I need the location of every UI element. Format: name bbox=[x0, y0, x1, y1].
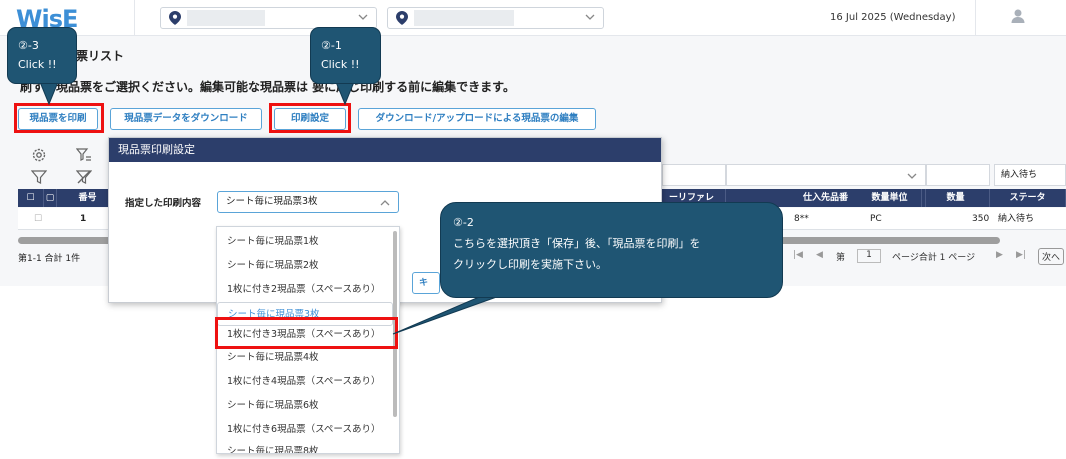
chevron-down-icon bbox=[585, 14, 595, 20]
status-filter[interactable]: 納入待ち bbox=[994, 164, 1066, 186]
user-icon[interactable] bbox=[1010, 8, 1026, 24]
filter-settings-icon[interactable] bbox=[76, 147, 92, 163]
modal-title: 現品票印刷設定 bbox=[109, 138, 661, 162]
record-count: 第1-1 合計 1件 bbox=[18, 254, 81, 264]
column-filter-dropdown[interactable] bbox=[726, 164, 926, 186]
select-all-checkbox[interactable]: ☐ bbox=[18, 189, 44, 207]
column-filter-cell[interactable] bbox=[662, 164, 726, 186]
chevron-down-icon bbox=[358, 14, 368, 20]
callout-step-3-num: ②-3 bbox=[18, 39, 39, 52]
chevron-up-icon bbox=[380, 200, 390, 206]
highlight-print-button bbox=[14, 103, 104, 133]
selected-option: シート毎に現品票3枚 bbox=[226, 196, 318, 207]
download-data-button[interactable]: 現品票データをダウンロード bbox=[110, 108, 262, 130]
last-page-icon[interactable]: ▶| bbox=[1016, 250, 1026, 260]
header-unit: 数量単位 bbox=[858, 189, 922, 207]
option-sheet-1[interactable]: シート毎に現品票1枚 bbox=[217, 230, 393, 254]
comment-icon: ▢ bbox=[44, 189, 57, 207]
header-status: ステータ bbox=[990, 189, 1066, 207]
next-button[interactable]: 次へ bbox=[1038, 248, 1065, 265]
header-qty: 数量 bbox=[922, 189, 990, 207]
row-number: 1 bbox=[80, 214, 87, 224]
cancel-button[interactable]: キ bbox=[412, 272, 440, 294]
pager-prefix: 第 bbox=[836, 253, 846, 263]
column-filter-cell[interactable] bbox=[926, 164, 990, 186]
header-divider bbox=[975, 0, 976, 36]
callout-step-2: ②-2 こちらを選択頂き「保存」後、「現品票を印刷」を クリックし印刷を実施下さ… bbox=[440, 202, 783, 298]
next-page-icon[interactable]: ▶ bbox=[996, 250, 1003, 260]
filter-icon[interactable] bbox=[31, 169, 47, 185]
header-divider bbox=[134, 0, 135, 36]
redacted-value bbox=[414, 10, 514, 26]
map-pin-icon bbox=[396, 11, 408, 25]
option-sheet-6[interactable]: シート毎に現品票6枚 bbox=[217, 394, 393, 418]
callout-step-2-line1: こちらを選択頂き「保存」後、「現品票を印刷」を bbox=[453, 237, 701, 250]
chevron-down-icon bbox=[907, 173, 917, 179]
highlight-option bbox=[215, 317, 398, 349]
callout-step-2-num: ②-2 bbox=[453, 216, 474, 229]
row-supplier-part: 8** bbox=[794, 214, 809, 224]
option-space-4[interactable]: 1枚に付き4現品票（スペースあり） bbox=[217, 370, 393, 394]
prev-page-icon[interactable]: ◀ bbox=[816, 250, 823, 260]
page-subtitle: 刷する現品票をご選択ください。編集可能な現品票は 要に応じ印刷する前に編集できま… bbox=[20, 80, 515, 94]
callout-step-1: ②-1 Click !! bbox=[310, 27, 381, 84]
row-checkbox[interactable]: ☐ bbox=[34, 208, 42, 230]
edit-by-updown-button[interactable]: ダウンロード/アップロードによる現品票の編集 bbox=[358, 108, 596, 130]
current-date: 16 Jul 2025 (Wednesday) bbox=[830, 12, 956, 23]
callout-step-3-text: Click !! bbox=[18, 58, 57, 71]
map-pin-icon bbox=[169, 11, 181, 25]
row-status: 納入待ち bbox=[998, 214, 1035, 224]
callout-step-1-num: ②-1 bbox=[321, 39, 342, 52]
print-content-select[interactable]: シート毎に現品票3枚 bbox=[217, 191, 399, 213]
row-qty: 350 bbox=[972, 214, 990, 224]
clear-filter-icon[interactable] bbox=[76, 169, 92, 185]
callout-step-2-line2: クリックし印刷を実施下さい。 bbox=[453, 258, 607, 271]
redacted-value bbox=[187, 10, 265, 26]
location-select-1[interactable] bbox=[160, 7, 377, 29]
option-sheet-4[interactable]: シート毎に現品票4枚 bbox=[217, 346, 393, 370]
option-sheet-8[interactable]: シート毎に現品票8枚 bbox=[217, 440, 393, 453]
option-sheet-2[interactable]: シート毎に現品票2枚 bbox=[217, 254, 393, 278]
gear-icon[interactable] bbox=[31, 147, 47, 163]
callout-step-1-text: Click !! bbox=[321, 58, 360, 71]
option-space-6[interactable]: 1枚に付き6現品票（スペースあり） bbox=[217, 418, 393, 442]
option-space-2[interactable]: 1枚に付き2現品票（スペースあり） bbox=[217, 278, 393, 302]
callout-step-3: ②-3 Click !! bbox=[7, 27, 77, 84]
first-page-icon[interactable]: |◀ bbox=[793, 250, 803, 260]
highlight-settings-button bbox=[269, 103, 351, 133]
print-content-label: 指定した印刷内容 bbox=[125, 198, 202, 209]
page-input[interactable]: 1 bbox=[857, 249, 881, 263]
row-unit: PC bbox=[870, 214, 882, 224]
location-select-2[interactable] bbox=[387, 7, 604, 29]
pager-total: ページ合計 1 ページ bbox=[892, 253, 976, 263]
